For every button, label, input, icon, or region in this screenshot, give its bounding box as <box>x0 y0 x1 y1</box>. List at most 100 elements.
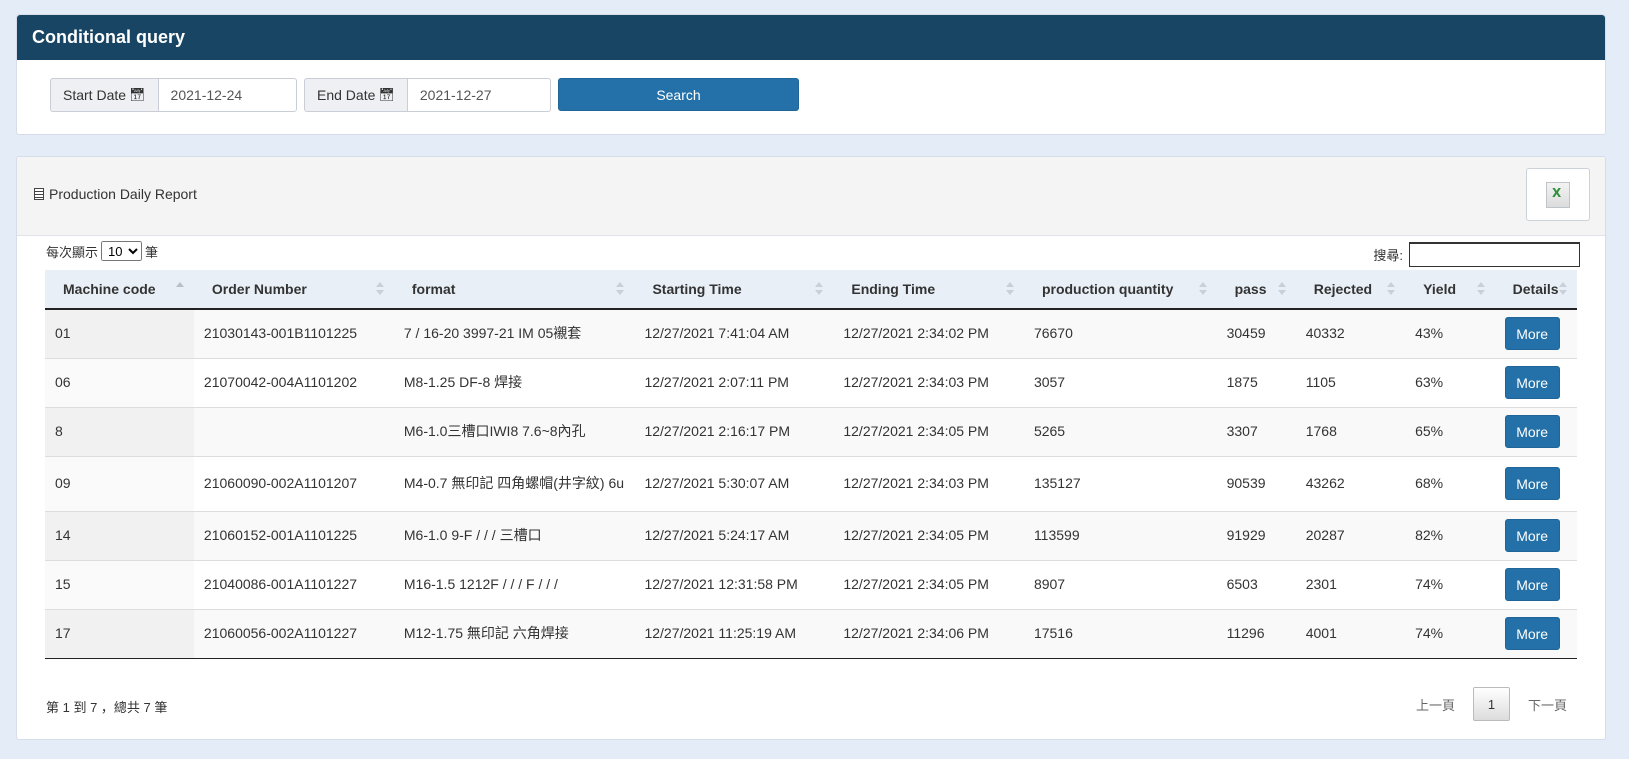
sort-icon <box>375 282 384 296</box>
sort-icon <box>815 282 824 296</box>
filter-label: 搜尋: <box>1373 248 1403 263</box>
machine-code-cell: 01 <box>45 308 194 358</box>
column-header-production-quantity[interactable]: production quantity <box>1023 270 1217 310</box>
production-quantity-cell: 5265 <box>1023 406 1217 456</box>
next-page-link[interactable]: 下一頁 <box>1515 695 1580 714</box>
more-button[interactable]: More <box>1504 568 1560 601</box>
format-cell: 7 / 16-20 3997-21 IM 05襯套 <box>393 308 635 358</box>
format-cell: M12-1.75 無印記 六角焊接 <box>393 608 635 659</box>
more-button[interactable]: More <box>1504 467 1560 500</box>
sort-icon <box>1277 282 1286 296</box>
details-cell: More <box>1494 510 1577 560</box>
order-number-cell: 21070042-004A1101202 <box>193 357 394 407</box>
format-cell: M8-1.25 DF-8 焊接 <box>393 357 635 407</box>
pass-cell: 91929 <box>1216 510 1296 560</box>
calendar-icon: 📅︎ <box>129 87 146 102</box>
table-row: 17 21060056-002A1101227 M12-1.75 無印記 六角焊接 1… <box>45 608 1577 659</box>
details-cell: More <box>1494 455 1577 511</box>
production-table: Machine code Order Number format Startin… <box>45 270 1577 659</box>
column-header-order-number[interactable]: Order Number <box>193 270 394 310</box>
starting-time-cell: 12/27/2021 2:07:11 PM <box>634 357 834 407</box>
previous-page-link[interactable]: 上一頁 <box>1403 695 1468 714</box>
start-date-group: Start Date 📅︎ <box>50 78 297 112</box>
sort-asc-icon <box>175 282 184 296</box>
order-number-cell: 21060090-002A1101207 <box>193 455 394 511</box>
column-header-format[interactable]: format <box>393 270 635 310</box>
order-number-cell: 21060056-002A1101227 <box>193 608 394 659</box>
starting-time-cell: 12/27/2021 2:16:17 PM <box>634 406 834 456</box>
more-button[interactable]: More <box>1504 519 1560 552</box>
ending-time-cell: 12/27/2021 2:34:05 PM <box>833 406 1024 456</box>
end-date-label: End Date <box>317 87 376 103</box>
column-header-details[interactable]: Details <box>1494 270 1577 310</box>
column-header-pass[interactable]: pass <box>1216 270 1296 310</box>
table-row: 01 21030143-001B1101225 7 / 16-20 3997-21 … <box>45 308 1577 358</box>
rejected-cell: 43262 <box>1295 455 1406 511</box>
conditional-query-panel: Conditional query <box>16 14 1606 135</box>
column-header-machine-code[interactable]: Machine code <box>45 270 194 310</box>
rejected-cell: 40332 <box>1295 308 1406 358</box>
ending-time-cell: 12/27/2021 2:34:02 PM <box>833 308 1024 358</box>
yield-cell: 82% <box>1405 510 1495 560</box>
table-row: 09 21060090-002A1101207 M4-0.7 無印記 四角螺帽(井字… <box>45 455 1577 511</box>
conditional-query-title: Conditional query <box>17 15 1605 60</box>
details-cell: More <box>1494 357 1577 407</box>
format-cell: M6-1.0 9-F / / / 三槽口 <box>393 510 635 560</box>
ending-time-cell: 12/27/2021 2:34:05 PM <box>833 510 1024 560</box>
column-header-ending-time[interactable]: Ending Time <box>833 270 1024 310</box>
sort-icon <box>1476 282 1485 296</box>
table-row: 8 M6-1.0三槽口IWI8 7.6~8內孔 12/27/2021 2:16:17… <box>45 406 1577 456</box>
sort-icon <box>1198 282 1207 296</box>
order-number-cell <box>193 406 394 456</box>
details-cell: More <box>1494 559 1577 609</box>
table-info: 第 1 到 7 ，總共 7 筆 <box>46 700 168 715</box>
column-header-yield[interactable]: Yield <box>1405 270 1495 310</box>
page-length-suffix: 筆 <box>145 244 159 260</box>
more-button[interactable]: More <box>1504 366 1560 399</box>
pass-cell: 6503 <box>1216 559 1296 609</box>
filter-input[interactable] <box>1409 242 1580 267</box>
list-document-icon <box>34 188 44 200</box>
export-excel-button[interactable]: X <box>1526 168 1590 221</box>
sort-icon <box>1005 282 1014 296</box>
report-title: Production Daily Report <box>34 186 197 202</box>
starting-time-cell: 12/27/2021 11:25:19 AM <box>634 608 834 659</box>
ending-time-cell: 12/27/2021 2:34:06 PM <box>833 608 1024 659</box>
current-page-button[interactable]: 1 <box>1472 687 1510 721</box>
start-date-label: Start Date <box>63 87 127 103</box>
ending-time-cell: 12/27/2021 2:34:05 PM <box>833 559 1024 609</box>
more-button[interactable]: More <box>1504 317 1560 351</box>
pagination: 上一頁 1 下一頁 <box>1403 687 1580 721</box>
details-cell: More <box>1494 308 1577 358</box>
report-header: Production Daily Report X <box>17 157 1605 236</box>
end-date-group: End Date 📅︎ <box>304 78 551 112</box>
machine-code-cell: 06 <box>45 357 194 407</box>
format-cell: M6-1.0三槽口IWI8 7.6~8內孔 <box>393 406 635 456</box>
machine-code-cell: 8 <box>45 406 194 456</box>
more-button[interactable]: More <box>1504 617 1560 650</box>
sort-icon <box>1559 282 1567 296</box>
sort-icon <box>616 282 625 296</box>
production-quantity-cell: 3057 <box>1023 357 1217 407</box>
starting-time-cell: 12/27/2021 5:30:07 AM <box>634 455 834 511</box>
more-button[interactable]: More <box>1504 415 1560 448</box>
table-row: 06 21070042-004A1101202 M8-1.25 DF-8 焊接 12/… <box>45 357 1577 407</box>
details-cell: More <box>1494 406 1577 456</box>
page-length-select[interactable]: 10 <box>101 241 143 261</box>
pass-cell: 90539 <box>1216 455 1296 511</box>
end-date-addon: End Date 📅︎ <box>304 78 407 112</box>
sort-icon <box>1387 282 1396 296</box>
yield-cell: 68% <box>1405 455 1495 511</box>
rejected-cell: 4001 <box>1295 608 1406 659</box>
page-length-prefix: 每次顯示 <box>46 244 99 260</box>
order-number-cell: 21060152-001A1101225 <box>193 510 394 560</box>
start-date-input[interactable] <box>157 78 297 112</box>
pass-cell: 1875 <box>1216 357 1296 407</box>
starting-time-cell: 12/27/2021 5:24:17 AM <box>634 510 834 560</box>
rejected-cell: 1768 <box>1295 406 1406 456</box>
end-date-input[interactable] <box>406 78 551 112</box>
column-header-rejected[interactable]: Rejected <box>1295 270 1406 310</box>
search-button[interactable]: Search <box>558 78 799 111</box>
column-header-starting-time[interactable]: Starting Time <box>634 270 834 310</box>
pass-cell: 30459 <box>1216 308 1296 358</box>
